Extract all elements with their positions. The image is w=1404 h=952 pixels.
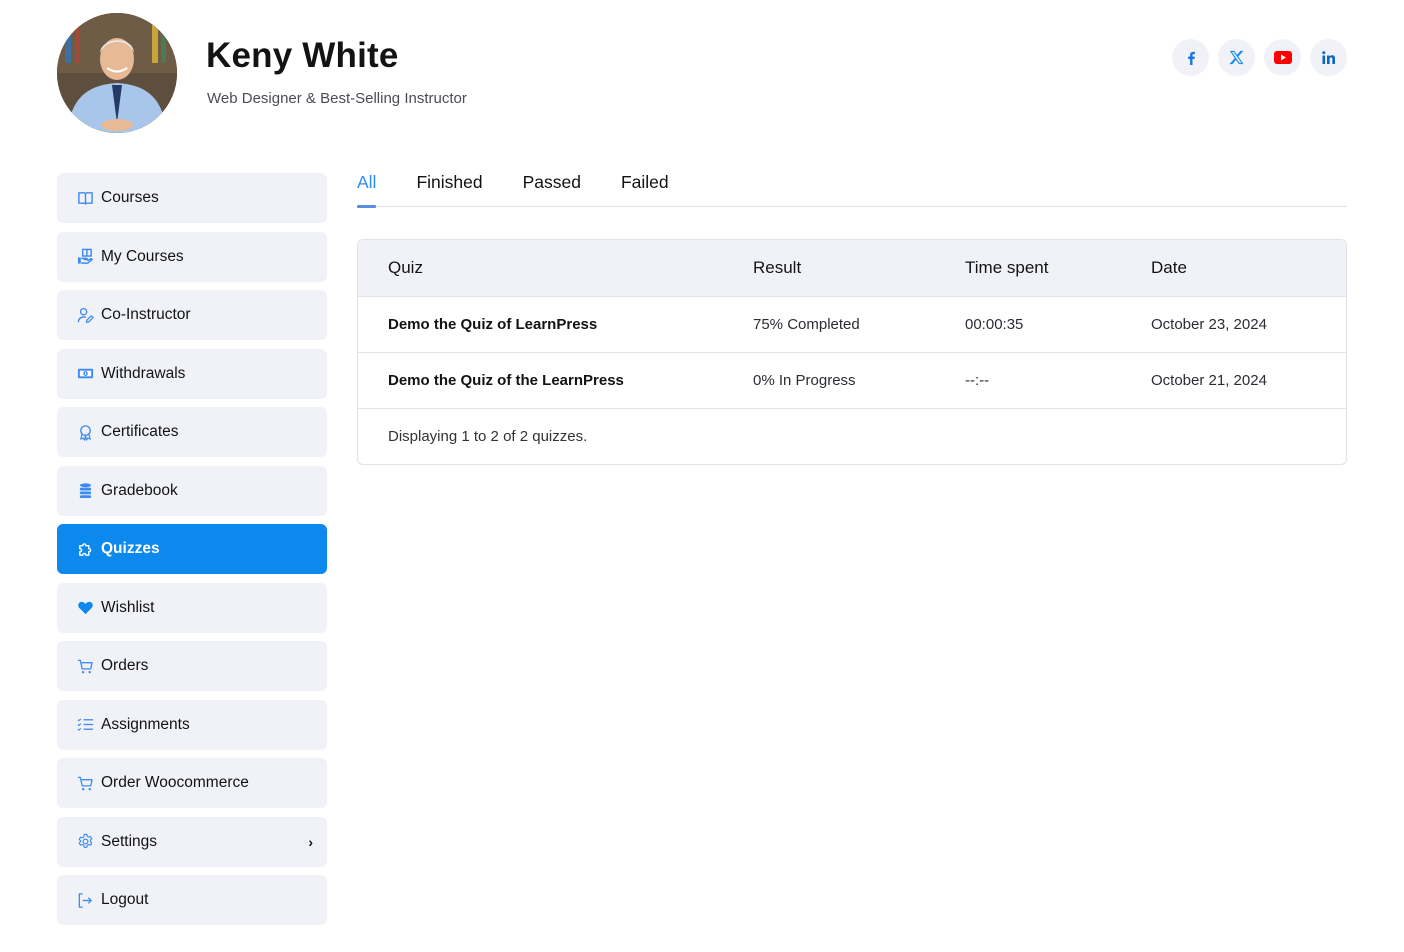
- sidebar-item-label: Withdrawals: [101, 364, 186, 382]
- tab-failed[interactable]: Failed: [621, 163, 669, 207]
- money-bill-icon: [76, 365, 94, 383]
- facebook-icon: [1187, 51, 1195, 65]
- sidebar-item-label: Courses: [101, 189, 159, 206]
- column-header-result: Result: [753, 258, 802, 277]
- heart-icon: [76, 599, 94, 617]
- pagination-summary: Displaying 1 to 2 of 2 quizzes.: [388, 428, 588, 445]
- sidebar-item-label: Settings: [101, 832, 158, 850]
- sidebar-item-label: Co-Instructor: [101, 306, 191, 323]
- sidebar-item-quizzes[interactable]: Quizzes: [57, 524, 327, 574]
- social-links: [1172, 39, 1347, 76]
- tab-all[interactable]: All: [357, 163, 377, 208]
- youtube-button[interactable]: [1264, 39, 1301, 76]
- linkedin-button[interactable]: [1310, 39, 1347, 76]
- puzzle-icon: [76, 540, 94, 558]
- logout-icon: [76, 891, 94, 909]
- quiz-date: October 21, 2024: [1151, 372, 1267, 389]
- sidebar-nav: Courses My Courses Co-Instructor Withdra…: [57, 173, 327, 934]
- sidebar-item-settings[interactable]: Settings ›: [57, 816, 327, 867]
- avatar: [57, 13, 177, 133]
- quiz-table: Quiz Result Time spent Date Demo the Qui…: [357, 239, 1347, 465]
- table-footer: Displaying 1 to 2 of 2 quizzes.: [358, 409, 1346, 464]
- table-header: Quiz Result Time spent Date: [358, 240, 1346, 297]
- quiz-date: October 23, 2024: [1151, 316, 1267, 333]
- sidebar-item-label: Certificates: [101, 423, 179, 440]
- book-open-icon: [76, 189, 94, 207]
- tab-passed[interactable]: Passed: [523, 163, 581, 207]
- sidebar-item-label: Gradebook: [101, 481, 178, 499]
- sidebar-item-courses[interactable]: Courses: [57, 173, 327, 223]
- my-courses-icon: [76, 248, 94, 266]
- sidebar-item-gradebook[interactable]: Gradebook: [57, 465, 327, 516]
- quiz-result: 0% In Progress: [753, 372, 856, 389]
- sidebar-item-label: Logout: [101, 891, 149, 908]
- sidebar-item-label: My Courses: [101, 247, 184, 265]
- sidebar-item-label: Wishlist: [101, 598, 155, 616]
- x-twitter-button[interactable]: [1218, 39, 1255, 76]
- sidebar-item-withdrawals[interactable]: Withdrawals: [57, 348, 327, 399]
- sidebar-item-co-instructor[interactable]: Co-Instructor: [57, 290, 327, 340]
- sidebar-item-assignments[interactable]: Assignments: [57, 699, 327, 750]
- sidebar-item-order-woocommerce[interactable]: Order Woocommerce: [57, 758, 327, 808]
- linkedin-icon: [1321, 50, 1335, 64]
- quiz-result: 75% Completed: [753, 316, 860, 333]
- profile-role: Web Designer & Best-Selling Instructor: [207, 90, 467, 107]
- sidebar-item-label: Order Woocommerce: [101, 774, 249, 791]
- list-check-icon: [76, 716, 94, 734]
- database-icon: [76, 482, 94, 500]
- sidebar-item-orders[interactable]: Orders: [57, 641, 327, 691]
- sidebar-item-certificates[interactable]: Certificates: [57, 407, 327, 457]
- sidebar-item-my-courses[interactable]: My Courses: [57, 231, 327, 282]
- quiz-time-spent: 00:00:35: [965, 316, 1024, 333]
- sidebar-item-logout[interactable]: Logout: [57, 875, 327, 925]
- sidebar-item-wishlist[interactable]: Wishlist: [57, 582, 327, 633]
- cart-icon: [76, 774, 94, 792]
- sidebar-item-label: Orders: [101, 657, 149, 674]
- column-header-quiz: Quiz: [388, 258, 423, 277]
- table-row: Demo the Quiz of LearnPress 75% Complete…: [358, 297, 1346, 353]
- profile-name: Keny White: [206, 36, 399, 75]
- quiz-name[interactable]: Demo the Quiz of LearnPress: [358, 316, 753, 333]
- gear-icon: [76, 833, 94, 851]
- user-edit-icon: [76, 306, 94, 324]
- cart-icon: [76, 657, 94, 675]
- column-header-date: Date: [1151, 258, 1187, 277]
- quiz-filter-tabs: All Finished Passed Failed: [357, 163, 1347, 208]
- column-header-time-spent: Time spent: [965, 258, 1049, 277]
- sidebar-item-label: Quizzes: [101, 540, 160, 557]
- youtube-icon: [1273, 51, 1292, 64]
- instructor-avatar-photo: [57, 13, 177, 133]
- tab-finished[interactable]: Finished: [416, 163, 482, 207]
- x-twitter-icon: [1229, 50, 1244, 65]
- quiz-name[interactable]: Demo the Quiz of the LearnPress: [358, 372, 753, 389]
- chevron-right-icon: ›: [308, 833, 313, 850]
- sidebar-item-label: Assignments: [101, 715, 190, 733]
- facebook-button[interactable]: [1172, 39, 1209, 76]
- quiz-time-spent: --:--: [965, 372, 990, 389]
- award-icon: [76, 423, 94, 441]
- table-row: Demo the Quiz of the LearnPress 0% In Pr…: [358, 353, 1346, 409]
